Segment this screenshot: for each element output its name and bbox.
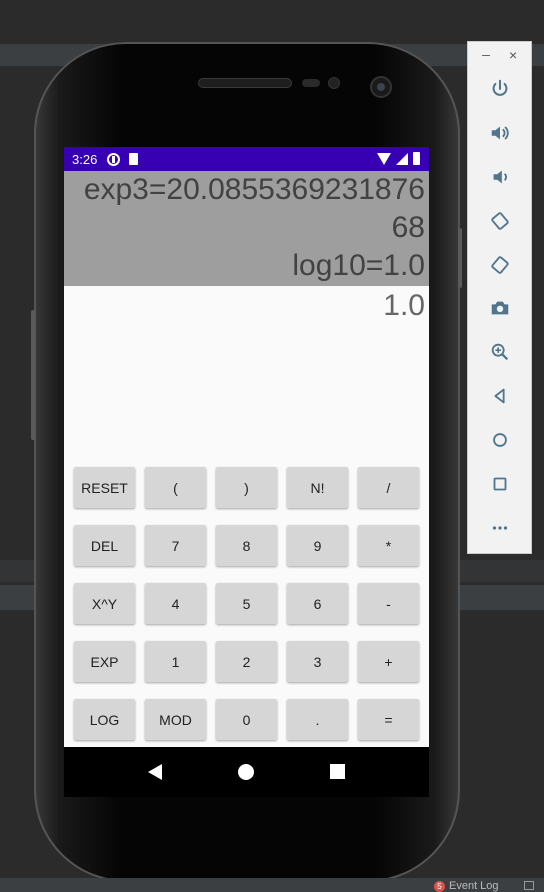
nav-home-icon[interactable] <box>238 764 254 780</box>
status-bar: 3:26 <box>64 147 429 171</box>
signal-icon <box>396 152 408 165</box>
exp-button[interactable]: EXP <box>74 641 135 682</box>
power-button[interactable]: X^Y <box>74 583 135 624</box>
event-log-label: Event Log <box>449 880 499 892</box>
emulator-window-controls: × <box>468 48 533 64</box>
phone-sensor <box>328 77 340 89</box>
digit-2-button[interactable]: 2 <box>216 641 277 682</box>
subtract-button[interactable]: - <box>358 583 419 624</box>
battery-icon <box>413 152 420 165</box>
camera-icon[interactable] <box>488 296 512 320</box>
more-icon[interactable] <box>488 516 512 540</box>
phone-side-button <box>31 310 35 440</box>
data-saver-icon <box>107 152 121 166</box>
status-time: 3:26 <box>72 151 98 167</box>
delete-button[interactable]: DEL <box>74 525 135 566</box>
add-button[interactable]: + <box>358 641 419 682</box>
decimal-button[interactable]: . <box>287 699 348 740</box>
minimize-button[interactable] <box>482 55 490 56</box>
equals-button[interactable]: = <box>358 699 419 740</box>
phone-speaker <box>198 78 292 88</box>
rotate-left-icon[interactable] <box>488 209 512 233</box>
calculation-history: exp3=20.0855369231876 68 log10=1.0 <box>64 171 429 286</box>
digit-9-button[interactable]: 9 <box>287 525 348 566</box>
power-icon[interactable] <box>488 77 512 101</box>
front-camera <box>370 76 392 98</box>
reset-button[interactable]: RESET <box>74 467 135 508</box>
keypad: RESET ( ) N! / DEL 7 8 9 * X^Y 4 5 6 - E… <box>74 467 420 740</box>
wifi-icon <box>377 152 391 165</box>
event-log-badge: 5 <box>434 880 445 892</box>
result-display: 1.0 <box>383 289 425 322</box>
phone-sensor <box>302 79 320 87</box>
digit-8-button[interactable]: 8 <box>216 525 277 566</box>
digit-5-button[interactable]: 5 <box>216 583 277 624</box>
digit-7-button[interactable]: 7 <box>145 525 206 566</box>
nav-back-icon[interactable] <box>148 764 162 780</box>
status-icons <box>377 152 420 165</box>
history-line: log10=1.0 <box>292 249 425 282</box>
zoom-icon[interactable] <box>488 340 512 364</box>
factorial-button[interactable]: N! <box>287 467 348 508</box>
digit-0-button[interactable]: 0 <box>216 699 277 740</box>
close-button[interactable]: × <box>509 48 517 62</box>
mod-button[interactable]: MOD <box>145 699 206 740</box>
digit-6-button[interactable]: 6 <box>287 583 348 624</box>
sd-card-icon <box>129 153 139 165</box>
volume-down-icon[interactable] <box>488 165 512 189</box>
history-line: 68 <box>391 211 425 244</box>
log-button[interactable]: LOG <box>74 699 135 740</box>
digit-3-button[interactable]: 3 <box>287 641 348 682</box>
overview-icon[interactable] <box>488 472 512 496</box>
device-screen: 3:26 exp3=20.0855369231876 68 log10=1.0 … <box>64 147 429 797</box>
emulator-toolbar: × <box>467 41 532 554</box>
rotate-right-icon[interactable] <box>488 253 512 277</box>
home-icon[interactable] <box>488 428 512 452</box>
digit-1-button[interactable]: 1 <box>145 641 206 682</box>
phone-side-button <box>458 228 462 288</box>
close-paren-button[interactable]: ) <box>216 467 277 508</box>
divide-button[interactable]: / <box>358 467 419 508</box>
digit-4-button[interactable]: 4 <box>145 583 206 624</box>
nav-overview-icon[interactable] <box>330 764 345 779</box>
multiply-button[interactable]: * <box>358 525 419 566</box>
event-log-button[interactable]: 5 Event Log <box>434 880 499 892</box>
android-nav-bar <box>64 747 429 797</box>
layout-icon[interactable] <box>524 881 534 890</box>
open-paren-button[interactable]: ( <box>145 467 206 508</box>
volume-up-icon[interactable] <box>488 121 512 145</box>
history-line: exp3=20.0855369231876 <box>83 173 425 206</box>
back-icon[interactable] <box>488 384 512 408</box>
